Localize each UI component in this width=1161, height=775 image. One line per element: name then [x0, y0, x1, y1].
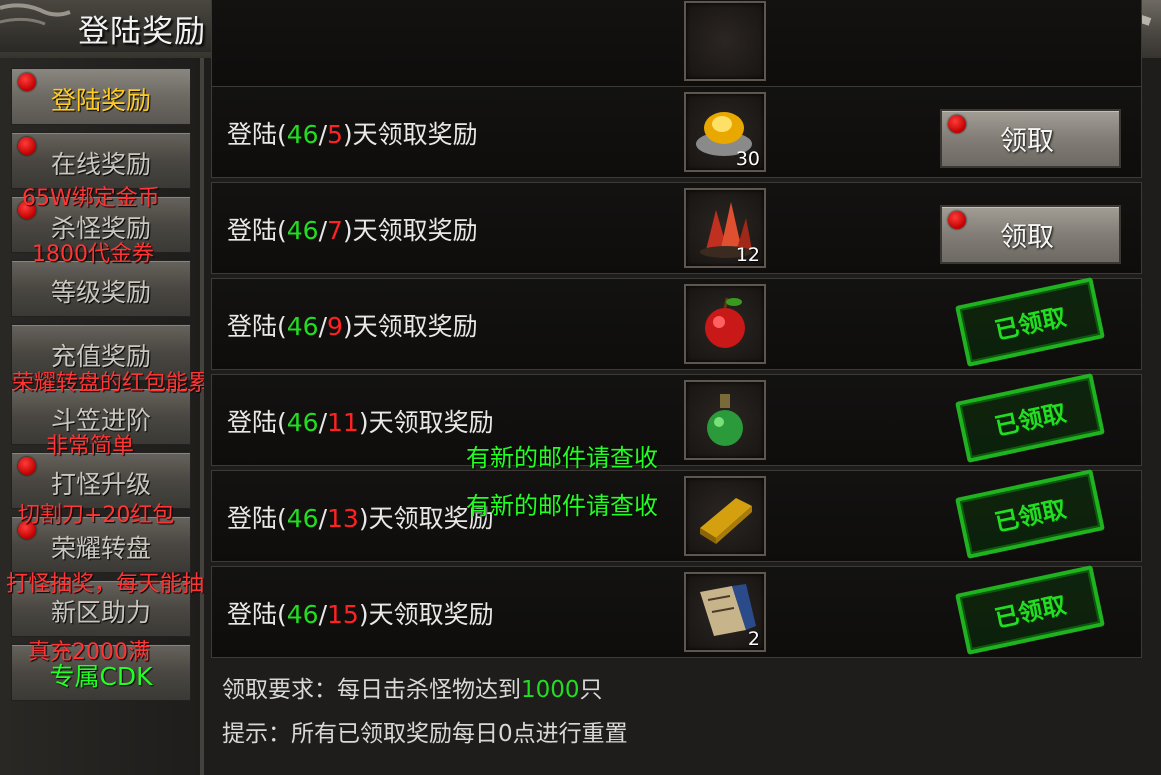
claim-requirement-text: 领取要求：每日击杀怪物达到1000只 [222, 677, 603, 703]
reward-row-label: 登陆(46/5)天领取奖励 [227, 120, 478, 149]
promo-overlay-text: 1800代金券 [32, 242, 154, 267]
claimed-stamp-label: 已领取 [992, 590, 1069, 634]
gold-bar-icon [700, 498, 752, 544]
claimed-stamp-label: 已领取 [992, 494, 1069, 538]
red-apple-icon [705, 297, 745, 348]
promo-overlay-text: 真充2000满 [28, 640, 150, 665]
mail-notice[interactable]: 有新的邮件请查收 [466, 486, 658, 521]
sidebar-item-label: 等级奖励 [50, 278, 151, 307]
dragon-ornament-left-icon [0, 3, 71, 26]
claim-button-label: 领取 [1000, 222, 1054, 253]
reward-row: 登陆(46/15)天领取奖励 2 已领取 [211, 565, 1142, 658]
sidebar-item-label: 在线奖励 [50, 150, 151, 179]
item-count: 2 [747, 628, 760, 650]
sidebar-item-level-reward[interactable]: 等级奖励 [11, 260, 191, 317]
claim-button-label: 领取 [1000, 126, 1054, 157]
notification-dot-icon [948, 211, 966, 229]
claimed-stamp-label: 已领取 [992, 398, 1069, 442]
item-slot[interactable] [684, 284, 766, 364]
reward-row-label: 登陆(46/13)天领取奖励 [227, 504, 494, 533]
sidebar-item-label: 打怪升级 [50, 470, 151, 499]
promo-overlay-text: 切割刀+20红包 [18, 503, 175, 528]
claimed-stamp: 已领取 [955, 565, 1105, 655]
item-slot[interactable] [684, 476, 766, 556]
item-slot[interactable] [684, 380, 766, 460]
claimed-stamp: 已领取 [955, 277, 1105, 367]
reward-list-panel: 登陆(46/5)天领取奖励 30 领取 登陆(46/7)天领取奖励 12 领取 … [204, 0, 1161, 775]
reward-row-label: 登陆(46/15)天领取奖励 [227, 600, 494, 629]
item-count: 30 [735, 148, 760, 170]
item-count: 12 [735, 244, 760, 266]
mail-notice[interactable]: 有新的邮件请查收 [466, 438, 658, 473]
sidebar: 登陆奖励 在线奖励 杀怪奖励 等级奖励 充值奖励 斗笠进阶 打怪升级 荣耀转盘 … [0, 58, 204, 775]
promo-overlay-text: 荣耀转盘的红包能累计 [12, 371, 233, 396]
item-slot[interactable]: 2 [684, 572, 766, 652]
reward-row: 登陆(46/5)天领取奖励 30 领取 [211, 86, 1142, 178]
reward-row-label: 登陆(46/11)天领取奖励 [227, 408, 494, 437]
reward-row-label: 登陆(46/7)天领取奖励 [227, 216, 478, 245]
window-title: 登陆奖励 [78, 14, 206, 50]
reward-row: 登陆(46/9)天领取奖励 已领取 [211, 277, 1142, 370]
reward-row: 登陆(46/11)天领取奖励 已领取 [211, 373, 1142, 466]
sidebar-item-label: 新区助力 [50, 598, 151, 627]
notification-dot-icon [948, 115, 966, 133]
item-slot[interactable]: 30 [684, 92, 766, 172]
reset-tip-text: 提示：所有已领取奖励每日0点进行重置 [222, 721, 628, 747]
reward-row: 登陆(46/13)天领取奖励 已领取 [211, 469, 1142, 562]
claimed-stamp: 已领取 [955, 373, 1105, 463]
reward-row-label: 登陆(46/9)天领取奖励 [227, 312, 478, 341]
claim-button[interactable]: 领取 [940, 109, 1121, 168]
promo-overlay-text: 65W绑定金币 [22, 186, 160, 211]
green-potion-icon [707, 394, 743, 446]
claim-button[interactable]: 领取 [940, 205, 1121, 264]
reward-row: 登陆(46/7)天领取奖励 12 领取 [211, 182, 1142, 274]
reward-row-partial [211, 0, 1142, 88]
promo-overlay-text: 非常简单 [46, 434, 135, 459]
item-slot [684, 1, 766, 81]
sidebar-item-label: 荣耀转盘 [50, 534, 151, 563]
sidebar-item-label: 登陆奖励 [50, 86, 151, 115]
claimed-stamp: 已领取 [955, 469, 1105, 559]
claimed-stamp-label: 已领取 [992, 302, 1069, 346]
item-slot[interactable]: 12 [684, 188, 766, 268]
sidebar-item-login-reward[interactable]: 登陆奖励 [11, 68, 191, 125]
